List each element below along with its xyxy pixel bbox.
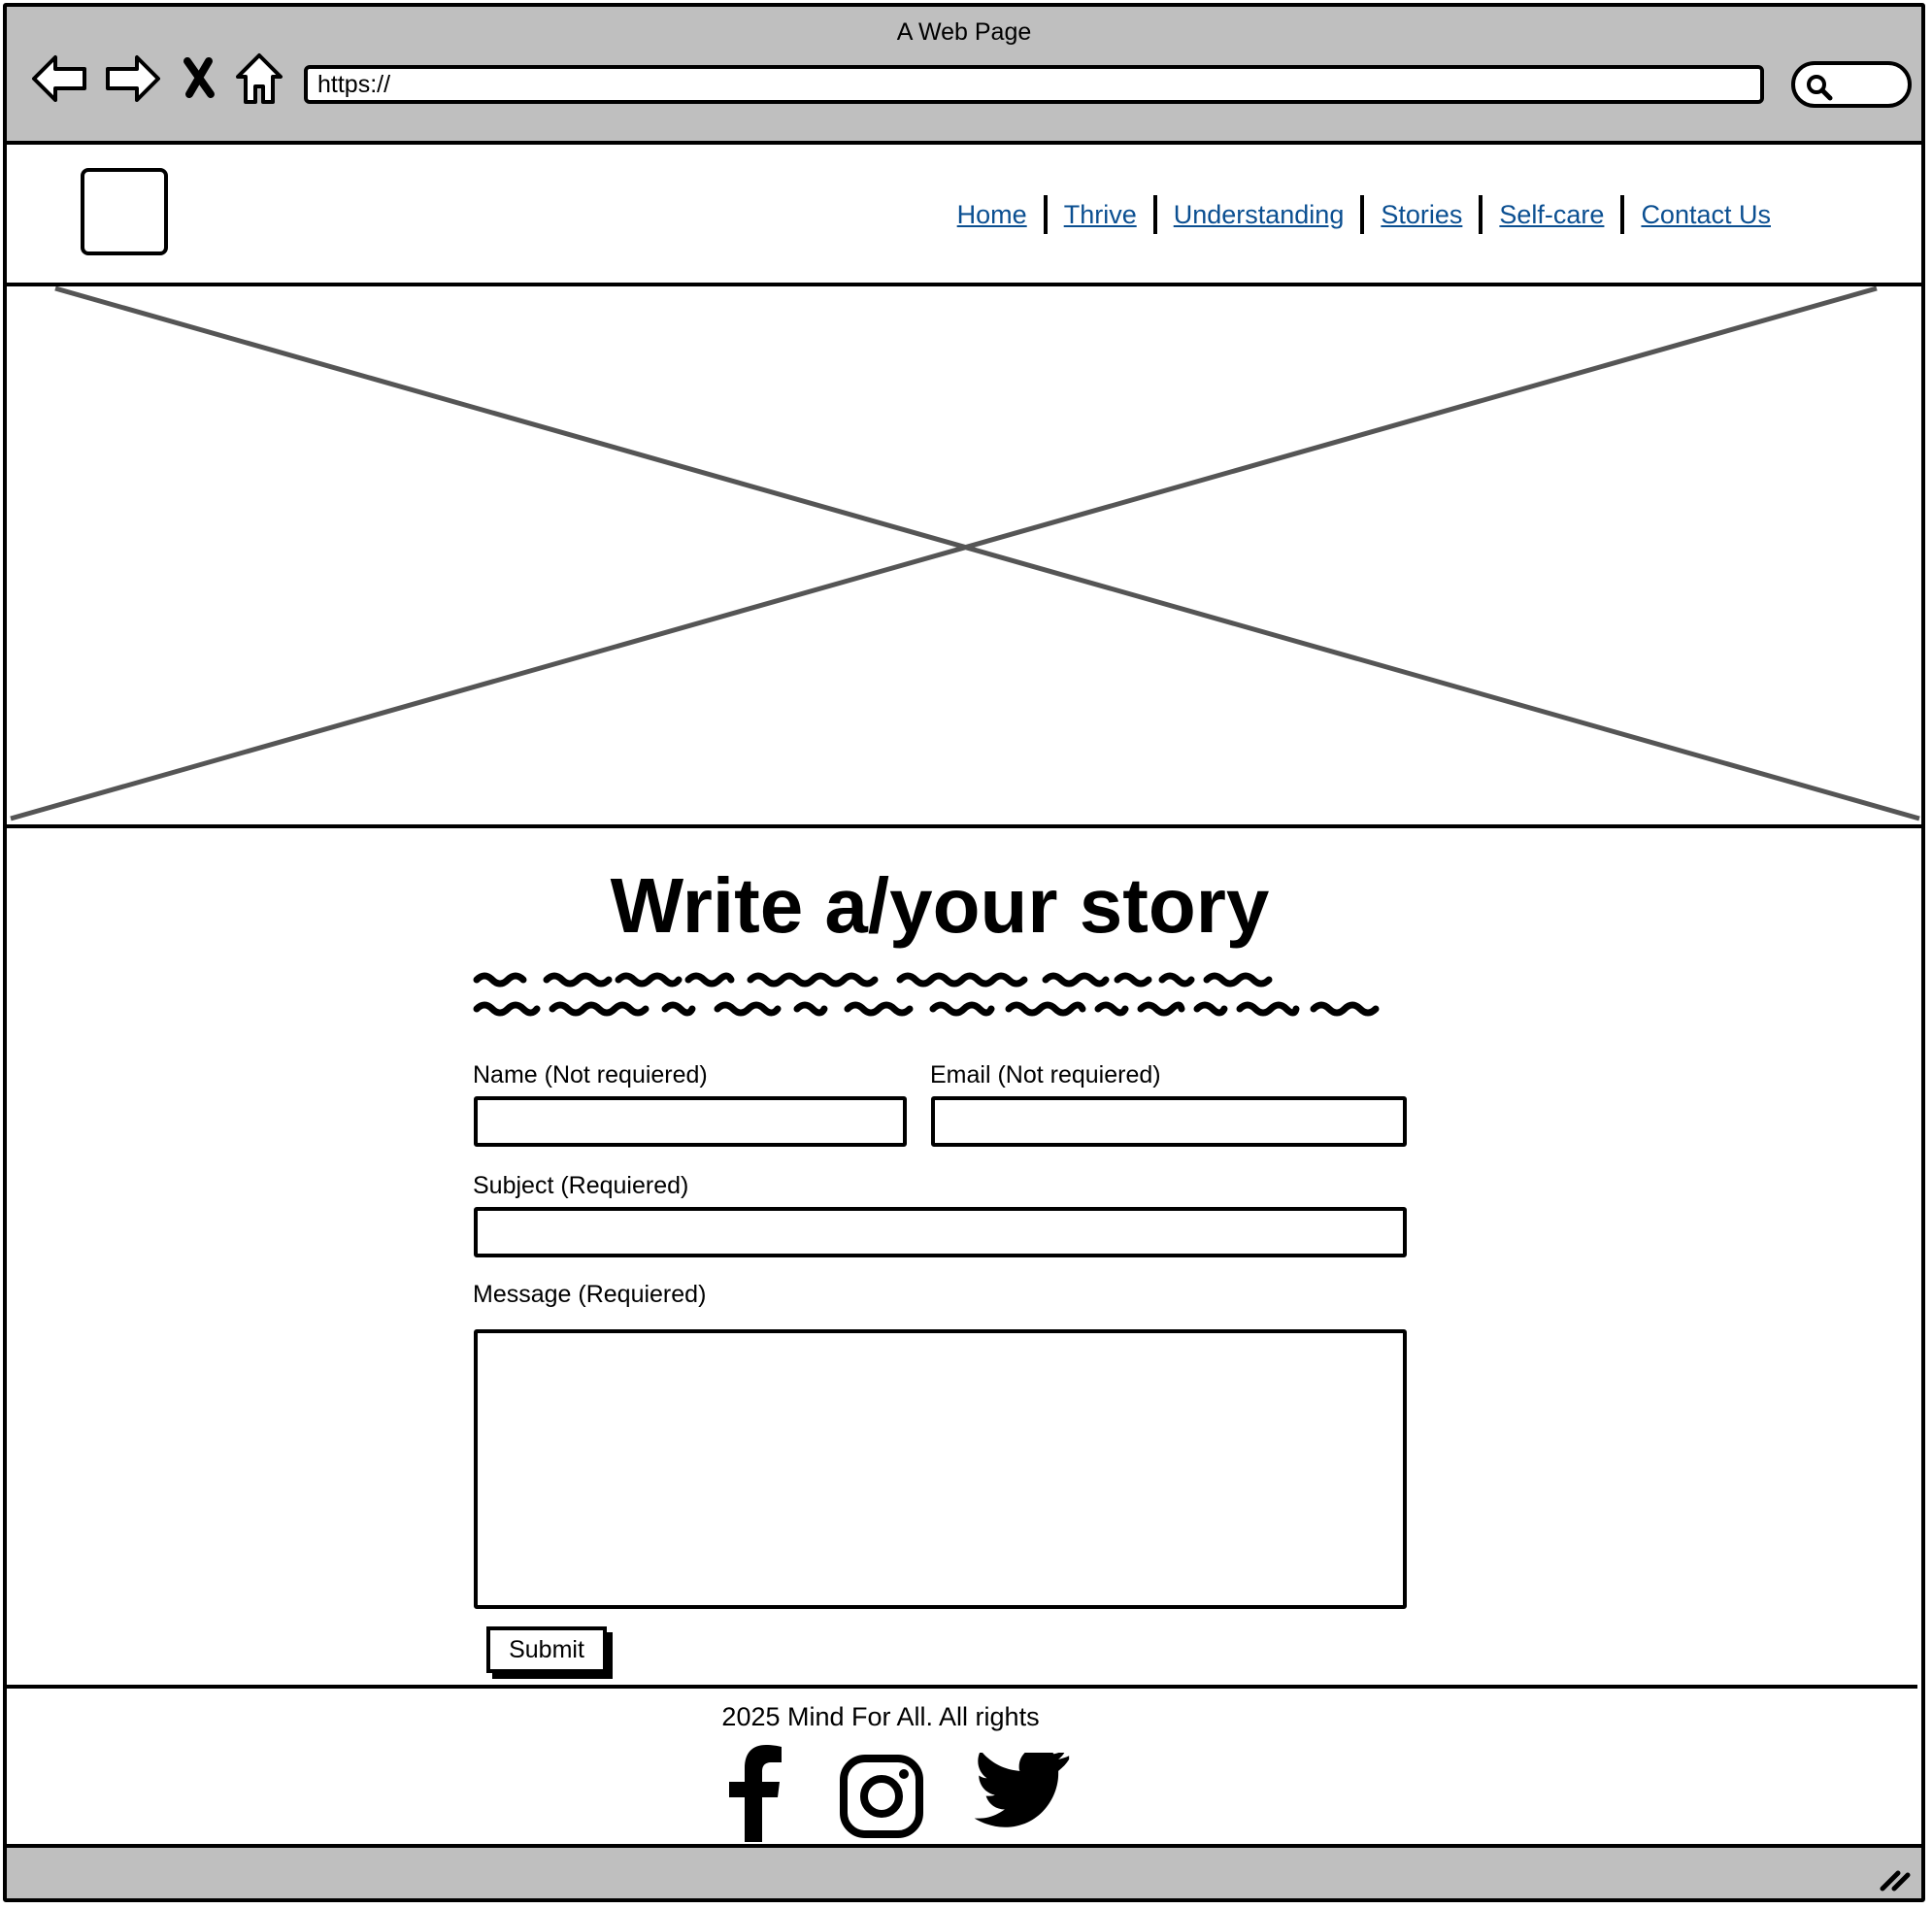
- nav-link-home[interactable]: Home: [941, 200, 1044, 230]
- name-label: Name (Not requiered): [473, 1061, 708, 1088]
- page-title: Write a/your story: [610, 862, 1270, 949]
- nav-link-contact-us[interactable]: Contact Us: [1624, 200, 1787, 230]
- home-icon[interactable]: [232, 48, 294, 110]
- browser-status-bar: [7, 1844, 1921, 1898]
- forward-arrow-icon[interactable]: [102, 48, 164, 110]
- search-icon: [1807, 75, 1833, 101]
- email-label: Email (Not requiered): [930, 1061, 1161, 1088]
- twitter-icon[interactable]: [974, 1747, 1071, 1839]
- message-label: Message (Requiered): [473, 1281, 707, 1308]
- hero-image-placeholder: [7, 285, 1921, 828]
- nav-link-stories[interactable]: Stories: [1364, 200, 1479, 230]
- browser-toolbar: A Web Page https://: [7, 7, 1921, 145]
- nav-link-self-care[interactable]: Self-care: [1482, 200, 1620, 230]
- window-title: A Web Page: [896, 18, 1032, 46]
- footer-divider: [7, 1685, 1917, 1689]
- resize-grip-icon[interactable]: [1879, 1863, 1912, 1892]
- submit-button[interactable]: Submit: [486, 1626, 607, 1673]
- facebook-icon[interactable]: [721, 1745, 789, 1847]
- subject-label: Subject (Requiered): [473, 1172, 689, 1199]
- nav-link-understanding[interactable]: Understanding: [1157, 200, 1361, 230]
- close-icon[interactable]: [178, 48, 220, 110]
- logo-placeholder[interactable]: [81, 168, 168, 255]
- instagram-icon[interactable]: [840, 1755, 923, 1843]
- footer-copyright: 2025 Mind For All. All rights: [721, 1702, 1040, 1731]
- back-arrow-icon[interactable]: [28, 48, 90, 110]
- name-input[interactable]: [474, 1096, 907, 1147]
- site-header: Home Thrive Understanding Stories Self-c…: [7, 145, 1921, 286]
- email-input[interactable]: [931, 1096, 1407, 1147]
- url-bar[interactable]: https://: [304, 65, 1764, 104]
- intro-paragraph-placeholder: [473, 966, 1405, 1027]
- browser-search-field[interactable]: [1791, 61, 1912, 108]
- main-navigation: Home Thrive Understanding Stories Self-c…: [941, 195, 1787, 234]
- browser-window: A Web Page https:// Home Thrive Understa…: [3, 3, 1925, 1902]
- nav-link-thrive[interactable]: Thrive: [1048, 200, 1153, 230]
- message-textarea[interactable]: [474, 1329, 1407, 1609]
- subject-input[interactable]: [474, 1207, 1407, 1257]
- image-placeholder-cross: [10, 285, 1920, 821]
